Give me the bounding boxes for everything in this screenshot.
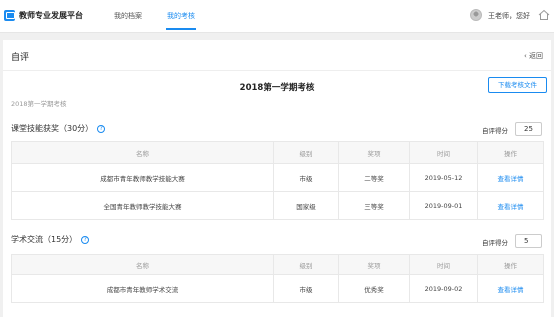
column-header-level: 级别: [273, 254, 339, 275]
cell-name: 成都市青年教师学术交流: [11, 274, 274, 303]
section-title-text: 课堂技能获奖（30分）: [11, 124, 94, 133]
chevron-left-icon: ‹: [523, 52, 527, 60]
cell-name: 全国青年教师教学技能大赛: [11, 191, 274, 220]
exam-title: 2018第一学期考核: [239, 83, 315, 93]
cell-name: 成都市青年教师教学技能大赛: [11, 163, 274, 192]
cell-award: 三等奖: [338, 191, 410, 220]
column-header-level: 级别: [273, 141, 339, 164]
view-details-link[interactable]: 查看详情: [477, 163, 544, 192]
back-button[interactable]: ‹ 返回: [524, 51, 543, 61]
home-icon[interactable]: [538, 9, 550, 21]
user-greeting[interactable]: 王老师，您好: [488, 11, 530, 21]
academic-exchange-table: 名称 级别 奖项 时间 操作 成都市青年教师学术交流 市级 优秀奖 2019-0…: [11, 254, 544, 303]
self-evaluation-panel: 自评 ‹ 返回 2018第一学期考核 下载考核文件 2018第一学期考核 课堂技…: [3, 40, 551, 317]
semester-label: 2018第一学期考核: [11, 100, 67, 108]
table-header-row: 名称 级别 奖项 时间 操作: [11, 141, 544, 164]
page-title: 自评: [11, 53, 30, 63]
table-header-row: 名称 级别 奖项 时间 操作: [11, 254, 544, 275]
cell-date: 2019-05-12: [409, 163, 478, 192]
view-details-link[interactable]: 查看详情: [477, 191, 544, 220]
view-details-link[interactable]: 查看详情: [477, 274, 544, 303]
self-score-label: 自评得分: [482, 239, 508, 247]
app-title: 教师专业发展平台: [19, 11, 83, 20]
table-row: 成都市青年教师教学技能大赛 市级 二等奖 2019-05-12 查看详情: [11, 163, 544, 192]
cell-date: 2019-09-02: [409, 274, 478, 303]
table-row: 全国青年教师教学技能大赛 国家级 三等奖 2019-09-01 查看详情: [11, 191, 544, 220]
column-header-name: 名称: [11, 254, 274, 275]
cell-level: 市级: [273, 163, 339, 192]
column-header-award: 奖项: [338, 141, 410, 164]
divider: [3, 70, 551, 71]
column-header-date: 时间: [409, 254, 478, 275]
cell-award: 二等奖: [338, 163, 410, 192]
top-navbar: 教师专业发展平台 我的档案 我的考核 王老师，您好: [0, 0, 554, 33]
nav-my-assessment[interactable]: 我的考核: [167, 11, 195, 21]
column-header-award: 奖项: [338, 254, 410, 275]
logo-icon: [4, 10, 15, 21]
help-icon[interactable]: ?: [97, 125, 106, 133]
avatar[interactable]: [470, 9, 482, 21]
section-title-text: 学术交流（15分）: [11, 235, 78, 244]
column-header-name: 名称: [11, 141, 274, 164]
column-header-date: 时间: [409, 141, 478, 164]
table-row: 成都市青年教师学术交流 市级 优秀奖 2019-09-02 查看详情: [11, 274, 544, 303]
section-title-classroom-skills: 课堂技能获奖（30分）?: [11, 123, 106, 134]
help-icon[interactable]: ?: [81, 236, 90, 244]
cell-level: 市级: [273, 274, 339, 303]
self-score-label: 自评得分: [482, 127, 508, 135]
column-header-action: 操作: [477, 254, 544, 275]
section-title-academic-exchange: 学术交流（15分）?: [11, 234, 90, 245]
download-assessment-file-button[interactable]: 下载考核文件: [488, 77, 547, 93]
cell-date: 2019-09-01: [409, 191, 478, 220]
column-header-action: 操作: [477, 141, 544, 164]
cell-level: 国家级: [273, 191, 339, 220]
self-score-input[interactable]: 5: [515, 234, 542, 248]
self-score-input[interactable]: 25: [515, 122, 542, 136]
nav-active-indicator: [166, 28, 196, 30]
nav-my-profile[interactable]: 我的档案: [114, 11, 142, 21]
cell-award: 优秀奖: [338, 274, 410, 303]
classroom-skills-table: 名称 级别 奖项 时间 操作 成都市青年教师教学技能大赛 市级 二等奖 2019…: [11, 141, 544, 220]
back-label: 返回: [529, 52, 543, 60]
